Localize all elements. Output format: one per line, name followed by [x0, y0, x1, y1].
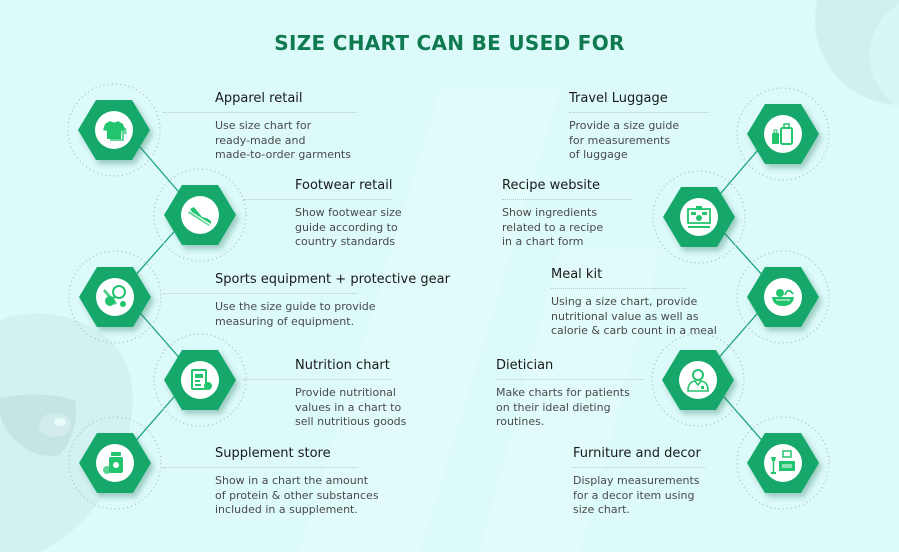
dotted-divider	[496, 379, 643, 380]
item-recipe-website: Recipe website Show ingredients related …	[502, 178, 652, 250]
item-nutrition-chart: Nutrition chart Provide nutritional valu…	[243, 358, 445, 430]
dotted-divider	[163, 112, 357, 113]
dotted-divider	[163, 467, 357, 468]
item-description: Show footwear size guide according to co…	[295, 206, 402, 248]
item-sports-equipment: Sports equipment + protective gear Use t…	[163, 272, 455, 329]
item-apparel-retail: Apparel retail Use size chart for ready-…	[163, 91, 365, 163]
dotted-divider	[243, 379, 391, 380]
item-title: Footwear retail	[295, 178, 393, 193]
item-title: Dietician	[496, 358, 554, 373]
dotted-divider	[573, 467, 706, 468]
item-description: Display measurements for a decor item us…	[573, 474, 700, 516]
item-supplement-store: Supplement store Show in a chart the amo…	[163, 446, 415, 518]
dotted-divider	[243, 199, 391, 200]
dotted-divider	[569, 112, 709, 113]
item-description: Make charts for patients on their ideal …	[496, 386, 630, 428]
item-description: Using a size chart, provide nutritional …	[551, 295, 717, 337]
item-description: Provide a size guide for measurements of…	[569, 119, 680, 161]
item-title: Supplement store	[215, 446, 331, 461]
item-description: Show in a chart the amount of protein & …	[215, 474, 379, 516]
item-travel-luggage: Travel Luggage Provide a size guide for …	[569, 91, 719, 163]
item-dietician: Dietician Make charts for patients on th…	[496, 358, 656, 430]
dotted-divider	[551, 288, 686, 289]
icon-circle	[764, 115, 802, 153]
item-description: Show ingredients related to a recipe in …	[502, 206, 604, 248]
item-title: Apparel retail	[215, 91, 303, 106]
item-furniture-decor: Furniture and decor Display measurements…	[573, 446, 723, 518]
item-title: Sports equipment + protective gear	[215, 272, 450, 287]
item-footwear-retail: Footwear retail Show footwear size guide…	[243, 178, 445, 250]
item-title: Furniture and decor	[573, 446, 701, 461]
item-description: Use size chart for ready-made and made-t…	[215, 119, 351, 161]
dotted-divider	[163, 293, 357, 294]
dotted-divider	[502, 199, 632, 200]
item-title: Travel Luggage	[569, 91, 668, 106]
item-description: Use the size guide to provide measuring …	[215, 300, 376, 328]
item-title: Meal kit	[551, 267, 603, 282]
item-title: Nutrition chart	[295, 358, 390, 373]
item-meal-kit: Meal kit Using a size chart, provide nut…	[551, 267, 731, 339]
item-description: Provide nutritional values in a chart to…	[295, 386, 407, 428]
item-title: Recipe website	[502, 178, 600, 193]
